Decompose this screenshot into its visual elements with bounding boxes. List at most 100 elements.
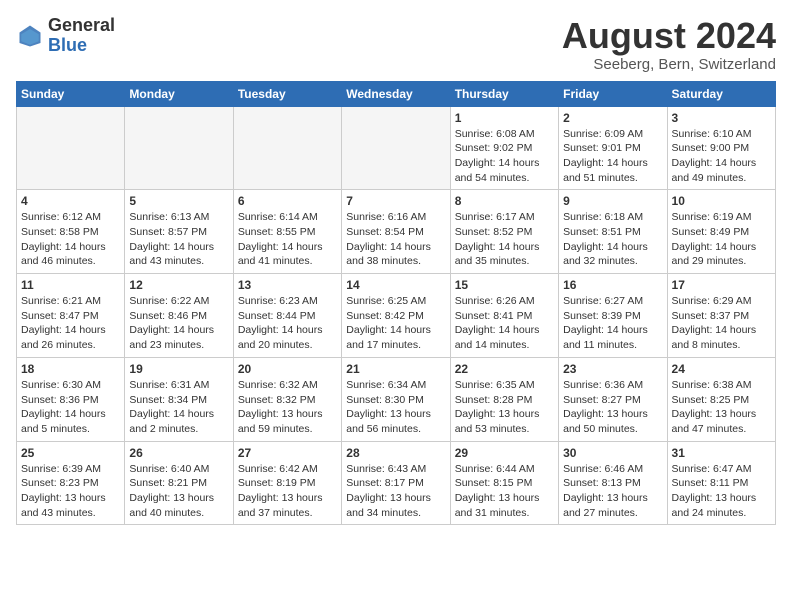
day-number: 8 <box>455 194 554 208</box>
logo-general-text: General <box>48 16 115 36</box>
weekday-header-wednesday: Wednesday <box>342 81 450 106</box>
day-info: Sunrise: 6:26 AMSunset: 8:41 PMDaylight:… <box>455 294 554 353</box>
calendar-cell: 18Sunrise: 6:30 AMSunset: 8:36 PMDayligh… <box>17 357 125 441</box>
calendar-cell: 14 Sunrise: 6:25 AMSunset: 8:42 PMDayligh… <box>342 274 450 358</box>
day-number: 29 <box>455 446 554 460</box>
day-info: Sunrise: 6:29 AMSunset: 8:37 PMDaylight:… <box>672 294 771 353</box>
calendar-cell: 16 Sunrise: 6:27 AMSunset: 8:39 PMDayligh… <box>559 274 667 358</box>
day-info: Sunrise: 6:14 AMSunset: 8:55 PMDaylight:… <box>238 210 337 269</box>
calendar-week-4: 18Sunrise: 6:30 AMSunset: 8:36 PMDayligh… <box>17 357 776 441</box>
weekday-header-row: SundayMondayTuesdayWednesdayThursdayFrid… <box>17 81 776 106</box>
day-info: Sunrise: 6:18 AMSunset: 8:51 PMDaylight:… <box>563 210 662 269</box>
weekday-header-tuesday: Tuesday <box>233 81 341 106</box>
weekday-header-saturday: Saturday <box>667 81 775 106</box>
title-block: August 2024 Seeberg, Bern, Switzerland <box>562 16 776 73</box>
day-number: 20 <box>238 362 337 376</box>
calendar-cell <box>125 106 233 190</box>
calendar-cell: 30 Sunrise: 6:46 AMSunset: 8:13 PMDayligh… <box>559 441 667 525</box>
day-number: 28 <box>346 446 445 460</box>
day-info: Sunrise: 6:36 AMSunset: 8:27 PMDaylight:… <box>563 378 662 437</box>
weekday-header-friday: Friday <box>559 81 667 106</box>
day-number: 16 <box>563 278 662 292</box>
calendar-cell: 21 Sunrise: 6:34 AMSunset: 8:30 PMDayligh… <box>342 357 450 441</box>
calendar-week-2: 4 Sunrise: 6:12 AMSunset: 8:58 PMDaylight… <box>17 190 776 274</box>
day-info: Sunrise: 6:10 AMSunset: 9:00 PMDaylight:… <box>672 127 771 186</box>
day-info: Sunrise: 6:16 AMSunset: 8:54 PMDaylight:… <box>346 210 445 269</box>
day-number: 4 <box>21 194 120 208</box>
day-number: 9 <box>563 194 662 208</box>
day-info: Sunrise: 6:17 AMSunset: 8:52 PMDaylight:… <box>455 210 554 269</box>
day-number: 1 <box>455 111 554 125</box>
day-info: Sunrise: 6:31 AMSunset: 8:34 PMDaylight:… <box>129 378 228 437</box>
calendar-cell: 23Sunrise: 6:36 AMSunset: 8:27 PMDayligh… <box>559 357 667 441</box>
day-info: Sunrise: 6:47 AMSunset: 8:11 PMDaylight:… <box>672 462 771 521</box>
calendar-cell: 26Sunrise: 6:40 AMSunset: 8:21 PMDayligh… <box>125 441 233 525</box>
calendar-cell: 6 Sunrise: 6:14 AMSunset: 8:55 PMDaylight… <box>233 190 341 274</box>
calendar-table: SundayMondayTuesdayWednesdayThursdayFrid… <box>16 81 776 526</box>
logo-blue-text: Blue <box>48 36 115 56</box>
calendar-cell: 22 Sunrise: 6:35 AMSunset: 8:28 PMDayligh… <box>450 357 558 441</box>
day-number: 11 <box>21 278 120 292</box>
day-number: 14 <box>346 278 445 292</box>
day-info: Sunrise: 6:23 AMSunset: 8:44 PMDaylight:… <box>238 294 337 353</box>
calendar-cell: 7 Sunrise: 6:16 AMSunset: 8:54 PMDaylight… <box>342 190 450 274</box>
day-info: Sunrise: 6:38 AMSunset: 8:25 PMDaylight:… <box>672 378 771 437</box>
day-info: Sunrise: 6:08 AMSunset: 9:02 PMDaylight:… <box>455 127 554 186</box>
calendar-week-5: 25 Sunrise: 6:39 AMSunset: 8:23 PMDayligh… <box>17 441 776 525</box>
day-number: 12 <box>129 278 228 292</box>
day-number: 22 <box>455 362 554 376</box>
day-info: Sunrise: 6:21 AMSunset: 8:47 PMDaylight:… <box>21 294 120 353</box>
day-info: Sunrise: 6:13 AMSunset: 8:57 PMDaylight:… <box>129 210 228 269</box>
day-number: 24 <box>672 362 771 376</box>
calendar-cell: 20 Sunrise: 6:32 AMSunset: 8:32 PMDayligh… <box>233 357 341 441</box>
weekday-header-monday: Monday <box>125 81 233 106</box>
day-number: 6 <box>238 194 337 208</box>
day-info: Sunrise: 6:40 AMSunset: 8:21 PMDaylight:… <box>129 462 228 521</box>
calendar-cell: 19Sunrise: 6:31 AMSunset: 8:34 PMDayligh… <box>125 357 233 441</box>
day-info: Sunrise: 6:43 AMSunset: 8:17 PMDaylight:… <box>346 462 445 521</box>
day-number: 25 <box>21 446 120 460</box>
day-number: 2 <box>563 111 662 125</box>
day-number: 27 <box>238 446 337 460</box>
calendar-cell: 9 Sunrise: 6:18 AMSunset: 8:51 PMDaylight… <box>559 190 667 274</box>
calendar-cell: 24 Sunrise: 6:38 AMSunset: 8:25 PMDayligh… <box>667 357 775 441</box>
day-info: Sunrise: 6:35 AMSunset: 8:28 PMDaylight:… <box>455 378 554 437</box>
page-header: General Blue August 2024 Seeberg, Bern, … <box>16 16 776 73</box>
day-info: Sunrise: 6:09 AMSunset: 9:01 PMDaylight:… <box>563 127 662 186</box>
calendar-cell: 2 Sunrise: 6:09 AMSunset: 9:01 PMDaylight… <box>559 106 667 190</box>
day-info: Sunrise: 6:27 AMSunset: 8:39 PMDaylight:… <box>563 294 662 353</box>
day-number: 31 <box>672 446 771 460</box>
calendar-cell: 15Sunrise: 6:26 AMSunset: 8:41 PMDayligh… <box>450 274 558 358</box>
calendar-cell: 29Sunrise: 6:44 AMSunset: 8:15 PMDayligh… <box>450 441 558 525</box>
calendar-cell: 11 Sunrise: 6:21 AMSunset: 8:47 PMDayligh… <box>17 274 125 358</box>
day-info: Sunrise: 6:32 AMSunset: 8:32 PMDaylight:… <box>238 378 337 437</box>
calendar-cell: 17 Sunrise: 6:29 AMSunset: 8:37 PMDayligh… <box>667 274 775 358</box>
day-number: 30 <box>563 446 662 460</box>
calendar-cell: 1 Sunrise: 6:08 AMSunset: 9:02 PMDaylight… <box>450 106 558 190</box>
calendar-cell: 27Sunrise: 6:42 AMSunset: 8:19 PMDayligh… <box>233 441 341 525</box>
day-number: 17 <box>672 278 771 292</box>
day-info: Sunrise: 6:30 AMSunset: 8:36 PMDaylight:… <box>21 378 120 437</box>
day-number: 5 <box>129 194 228 208</box>
logo: General Blue <box>16 16 115 56</box>
calendar-title: August 2024 <box>562 16 776 56</box>
calendar-cell <box>342 106 450 190</box>
day-number: 7 <box>346 194 445 208</box>
day-info: Sunrise: 6:34 AMSunset: 8:30 PMDaylight:… <box>346 378 445 437</box>
calendar-cell: 31 Sunrise: 6:47 AMSunset: 8:11 PMDayligh… <box>667 441 775 525</box>
day-info: Sunrise: 6:25 AMSunset: 8:42 PMDaylight:… <box>346 294 445 353</box>
calendar-cell: 12Sunrise: 6:22 AMSunset: 8:46 PMDayligh… <box>125 274 233 358</box>
calendar-week-1: 1 Sunrise: 6:08 AMSunset: 9:02 PMDaylight… <box>17 106 776 190</box>
logo-text: General Blue <box>48 16 115 56</box>
day-number: 21 <box>346 362 445 376</box>
calendar-cell: 13 Sunrise: 6:23 AMSunset: 8:44 PMDayligh… <box>233 274 341 358</box>
calendar-cell: 3Sunrise: 6:10 AMSunset: 9:00 PMDaylight… <box>667 106 775 190</box>
calendar-cell <box>233 106 341 190</box>
calendar-cell: 28 Sunrise: 6:43 AMSunset: 8:17 PMDayligh… <box>342 441 450 525</box>
calendar-cell: 4 Sunrise: 6:12 AMSunset: 8:58 PMDaylight… <box>17 190 125 274</box>
day-info: Sunrise: 6:12 AMSunset: 8:58 PMDaylight:… <box>21 210 120 269</box>
day-info: Sunrise: 6:39 AMSunset: 8:23 PMDaylight:… <box>21 462 120 521</box>
day-info: Sunrise: 6:46 AMSunset: 8:13 PMDaylight:… <box>563 462 662 521</box>
day-number: 13 <box>238 278 337 292</box>
weekday-header-sunday: Sunday <box>17 81 125 106</box>
